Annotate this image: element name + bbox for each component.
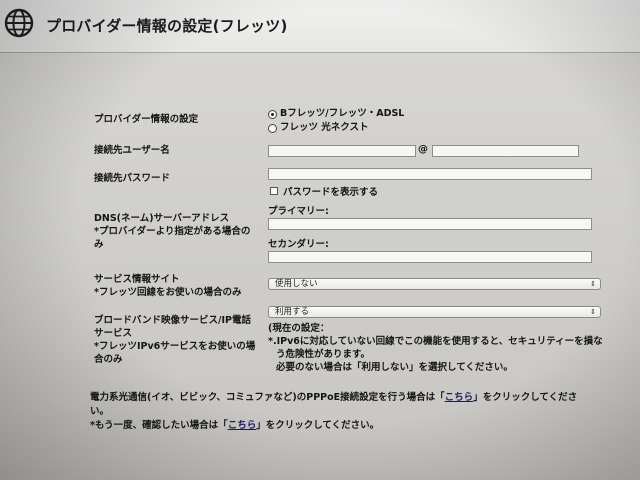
secondary-dns-label: セカンダリー:: [268, 239, 329, 250]
dns-note-2: み: [94, 239, 104, 250]
globe-icon: [4, 8, 34, 38]
radio-hikari-next-label: フレッツ 光ネクスト: [280, 122, 369, 133]
footer-notes: 電力系光通信(イオ、ビビック、コミュファなど)のPPPoE接続設定を行う場合は「…: [90, 391, 610, 433]
at-sign: @: [418, 144, 428, 155]
broadband-desc-4: 必要のない場合は「利用しない」を選択してください。: [276, 362, 513, 373]
dns-label: DNS(ネーム)サーバーアドレス *プロバイダーより指定がある場合の み: [94, 212, 250, 251]
service-site-label: サービス情報サイト *フレッツ回線をお使いの場合のみ: [94, 273, 241, 299]
select-arrows-icon: ⇕: [590, 308, 596, 316]
broadband-title-2: サービス: [94, 328, 133, 339]
username-label: 接続先ユーザー名: [94, 145, 170, 156]
page-title: プロバイダー情報の設定(フレッツ): [46, 17, 288, 35]
broadband-select[interactable]: 利用する ⇕: [268, 306, 601, 318]
broadband-desc-3: う危険性があります。: [276, 349, 371, 360]
radio-button-selected[interactable]: [268, 109, 277, 119]
username-domain-input[interactable]: [432, 145, 579, 157]
select-arrows-icon: ⇕: [590, 280, 596, 288]
broadband-description: (現在の設定： *.IPv6に対応していない回線でこの機能を使用すると、セキュリ…: [268, 322, 603, 374]
broadband-note-1: *フレッツIPv6サービスをお使いの場: [94, 341, 256, 352]
broadband-note-2: 合のみ: [94, 354, 123, 365]
secondary-dns-input[interactable]: [268, 251, 592, 263]
header-bar: プロバイダー情報の設定(フレッツ): [0, 0, 640, 53]
show-password-row[interactable]: パスワードを表示する: [270, 184, 378, 198]
broadband-desc-2: *.IPv6に対応していない回線でこの機能を使用すると、セキュリティーを損な: [268, 336, 603, 347]
password-label: 接続先パスワード: [94, 173, 171, 184]
screen: プロバイダー情報の設定(フレッツ) プロバイダー情報の設定 Bフレッツ/フレッツ…: [0, 0, 640, 480]
footer-line-1-tail: 」をクリックしてくださ: [473, 392, 578, 403]
radio-bflets[interactable]: Bフレッツ/フレッツ・ADSL: [268, 108, 404, 120]
dns-label-title: DNS(ネーム)サーバーアドレス: [94, 213, 230, 224]
broadband-selected: 利用する: [275, 307, 310, 317]
footer-line-3-tail: 」をクリックしてください。: [256, 420, 380, 431]
provider-label: プロバイダー情報の設定: [94, 114, 199, 125]
footer-line-2: い。: [90, 406, 110, 417]
footer-line-1: 電力系光通信(イオ、ビビック、コミュファなど)のPPPoE接続設定を行う場合は「…: [90, 391, 610, 405]
pppoe-here-link[interactable]: こちら: [445, 392, 474, 403]
username-input[interactable]: [268, 145, 416, 157]
radio-bflets-label: Bフレッツ/フレッツ・ADSL: [280, 108, 405, 119]
radio-hikari-next[interactable]: フレッツ 光ネクスト: [268, 122, 369, 134]
footer-line-3-text: *もう一度、確認したい場合は「: [90, 420, 228, 431]
show-password-checkbox[interactable]: [270, 187, 278, 195]
dns-note-1: *プロバイダーより指定がある場合の: [94, 226, 251, 237]
service-site-note: *フレッツ回線をお使いの場合のみ: [94, 287, 242, 298]
primary-dns-label: プライマリー:: [268, 206, 329, 217]
provider-form: プロバイダー情報の設定 Bフレッツ/フレッツ・ADSL フレッツ 光ネクスト 接…: [0, 52, 640, 480]
service-site-selected: 使用しない: [275, 279, 318, 289]
password-input[interactable]: [268, 168, 592, 180]
service-site-title: サービス情報サイト: [94, 274, 180, 285]
confirm-here-link[interactable]: こちら: [228, 420, 257, 431]
show-password-label: パスワードを表示する: [283, 187, 379, 198]
footer-line-3: *もう一度、確認したい場合は「こちら」をクリックしてください。: [90, 419, 610, 433]
broadband-label: ブロードバンド映像サービス/IP電話 サービス *フレッツIPv6サービスをお使…: [94, 314, 255, 366]
broadband-desc-1: (現在の設定：: [268, 323, 330, 334]
service-site-select[interactable]: 使用しない ⇕: [268, 278, 601, 290]
primary-dns-input[interactable]: [268, 218, 592, 230]
broadband-title-1: ブロードバンド映像サービス/IP電話: [94, 315, 251, 326]
footer-line-1-text: 電力系光通信(イオ、ビビック、コミュファなど)のPPPoE接続設定を行う場合は「: [90, 392, 445, 403]
radio-button-unselected[interactable]: [268, 123, 277, 133]
